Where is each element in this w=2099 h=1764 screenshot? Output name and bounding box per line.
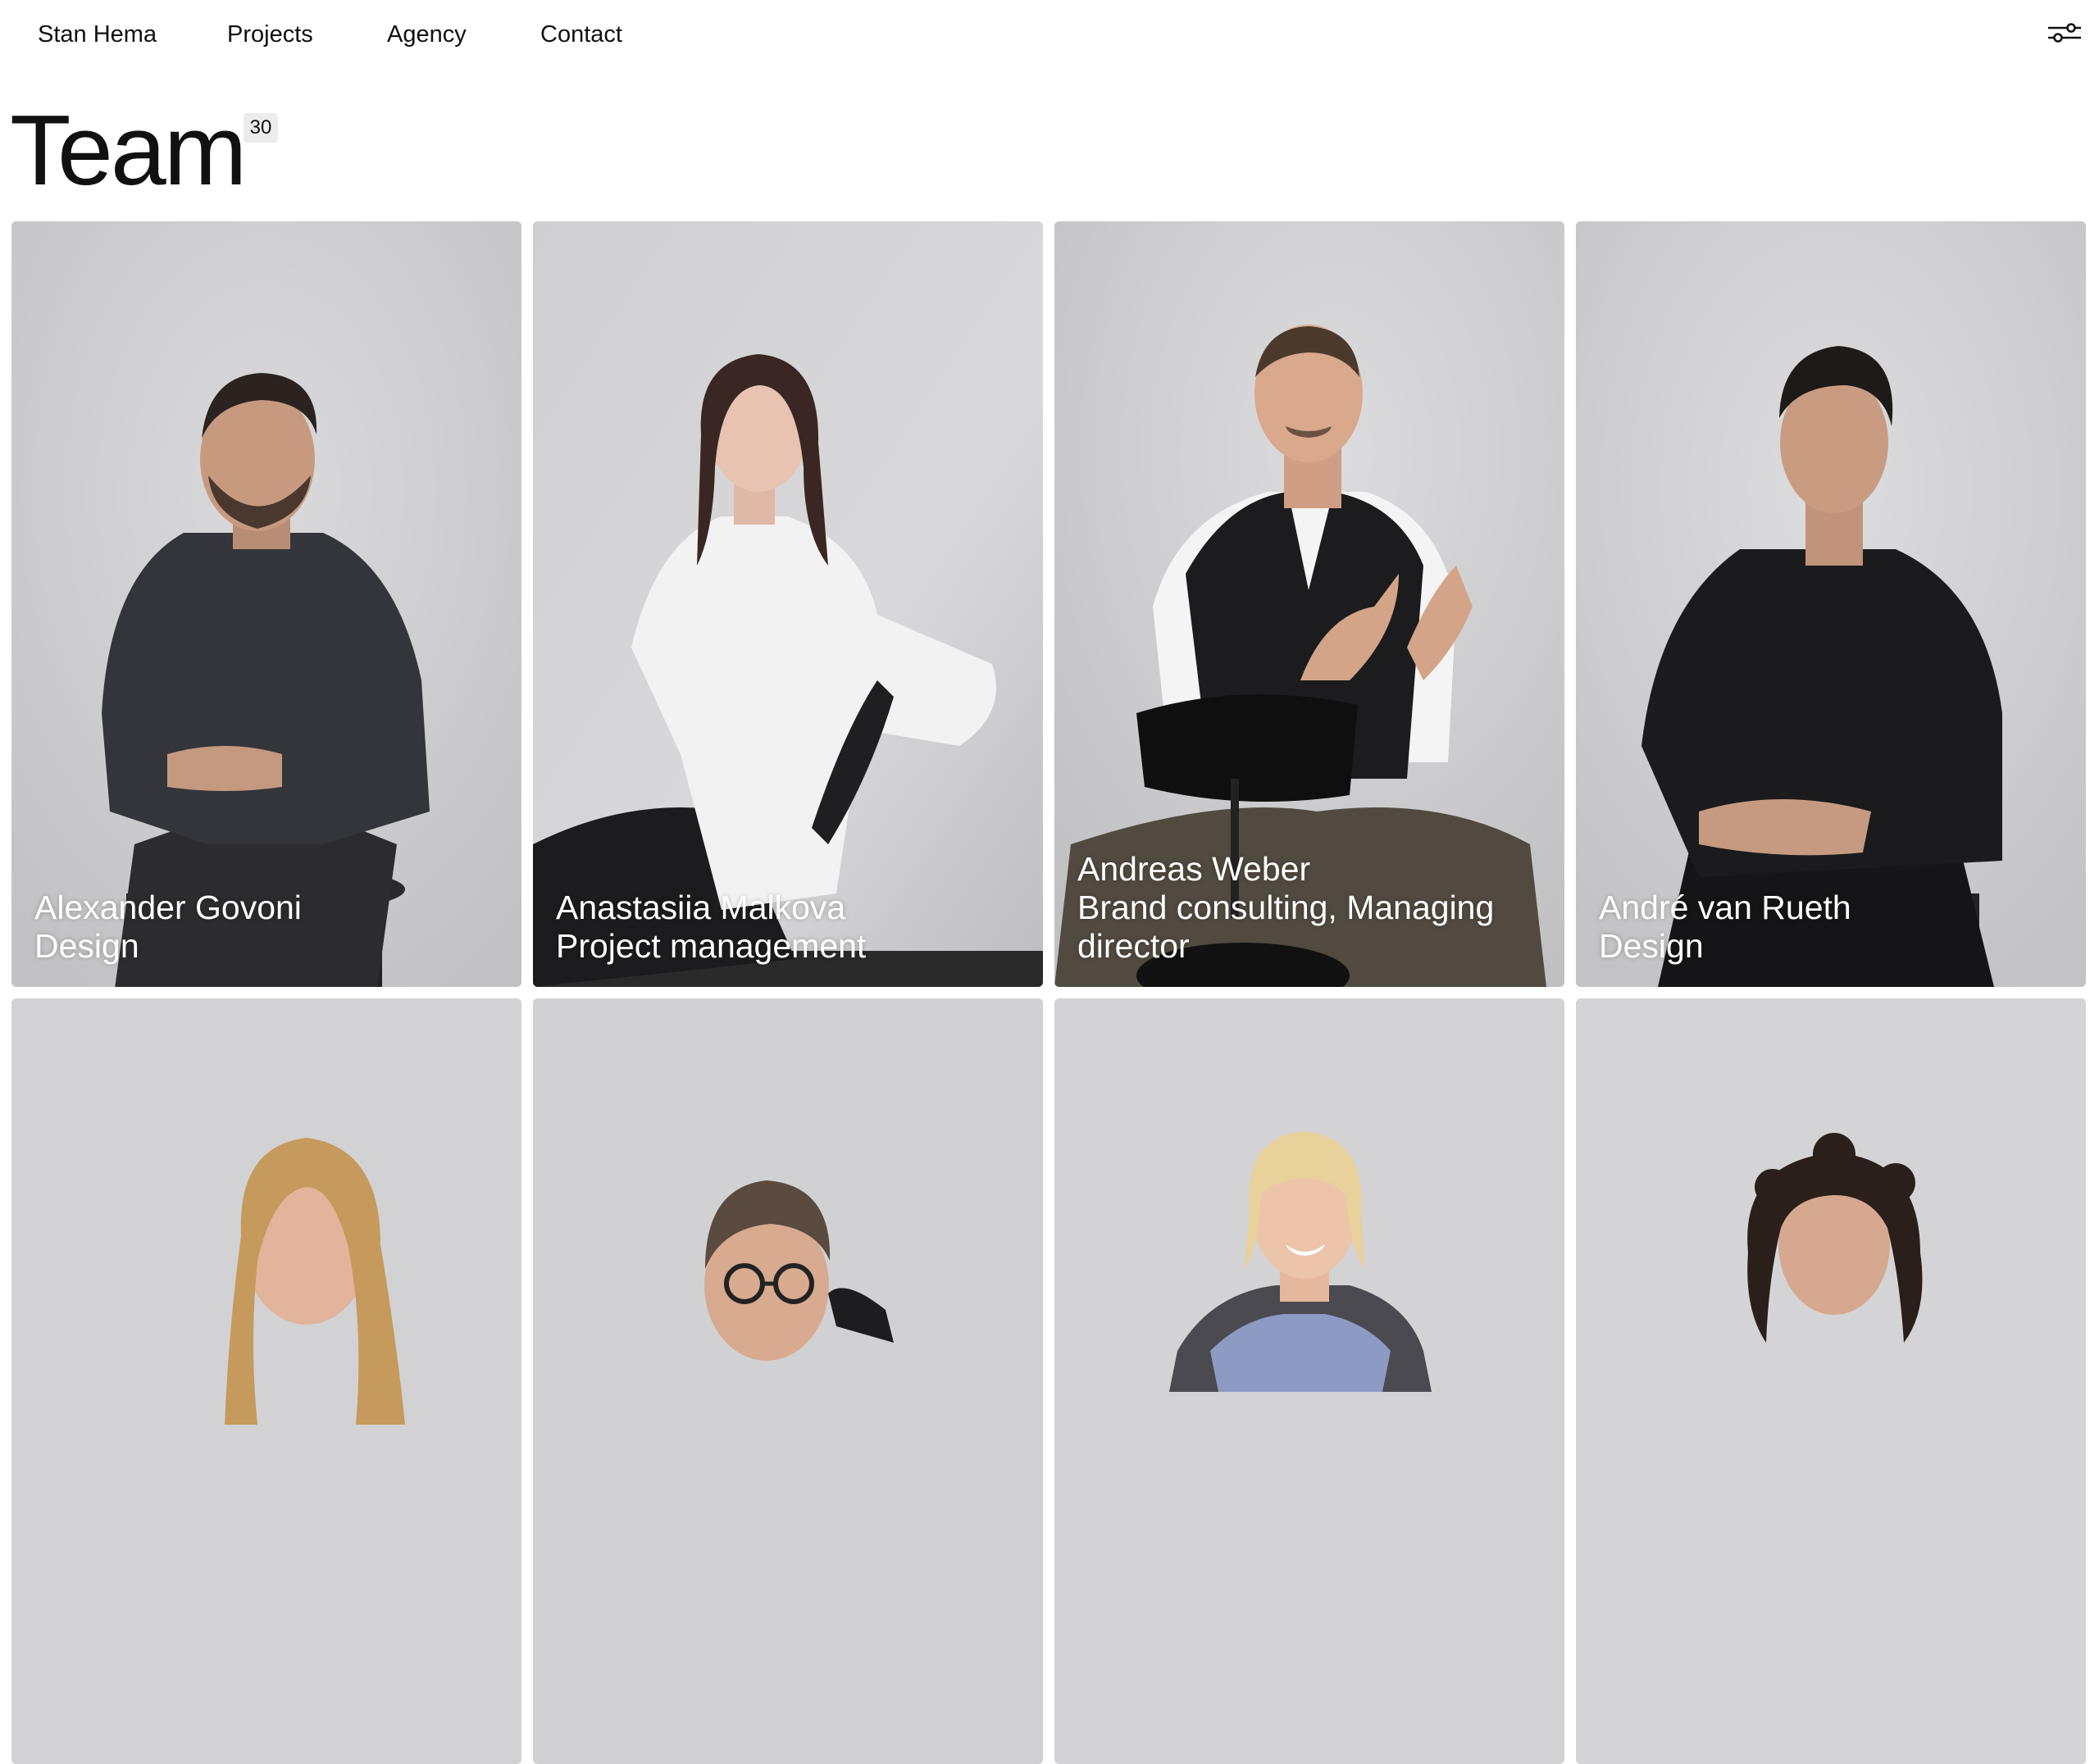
team-card[interactable] — [1576, 998, 2086, 1764]
portrait-image — [533, 998, 1043, 1764]
nav-link-agency[interactable]: Agency — [387, 18, 467, 51]
portrait-image — [1054, 998, 1564, 1764]
team-card[interactable]: Anastasiia Malkova Project management — [533, 221, 1043, 987]
card-caption: Andreas Weber Brand consulting, Managing… — [1077, 850, 1541, 966]
sliders-icon[interactable] — [2047, 18, 2083, 48]
count-badge: 30 — [244, 113, 278, 143]
member-role: Brand consulting, Managing director — [1077, 889, 1495, 965]
team-grid: Alexander Govoni Design Anastasiia Malko… — [11, 221, 2088, 1764]
team-card[interactable] — [11, 998, 521, 1764]
portrait-image — [11, 998, 521, 1764]
member-name: Anastasiia Malkova — [556, 889, 846, 926]
team-card[interactable]: Alexander Govoni Design — [11, 221, 521, 987]
member-role: Project management — [556, 927, 867, 965]
team-card[interactable]: André van Rueth Design — [1576, 221, 2086, 987]
nav-link-projects[interactable]: Projects — [227, 18, 313, 51]
portrait-image — [533, 221, 1043, 987]
member-role: Design — [34, 927, 139, 965]
team-card[interactable] — [533, 998, 1043, 1764]
card-caption: Anastasiia Malkova Project management — [556, 889, 1020, 966]
portrait-image — [11, 221, 521, 987]
member-name: Alexander Govoni — [34, 889, 302, 926]
team-card[interactable]: Andreas Weber Brand consulting, Managing… — [1054, 221, 1564, 987]
member-name: André van Rueth — [1599, 889, 1851, 926]
portrait-image — [1576, 221, 2086, 987]
member-role: Design — [1599, 927, 1704, 965]
card-caption: André van Rueth Design — [1599, 889, 2063, 966]
member-name: Andreas Weber — [1077, 850, 1311, 888]
nav-link-contact[interactable]: Contact — [540, 18, 622, 51]
team-card[interactable] — [1054, 998, 1564, 1764]
portrait-image — [1576, 998, 2086, 1764]
card-caption: Alexander Govoni Design — [34, 889, 499, 966]
brand-link[interactable]: Stan Hema — [38, 18, 157, 51]
top-nav: Stan Hema Projects Agency Contact — [0, 0, 2099, 67]
page-title: Team — [10, 94, 247, 206]
